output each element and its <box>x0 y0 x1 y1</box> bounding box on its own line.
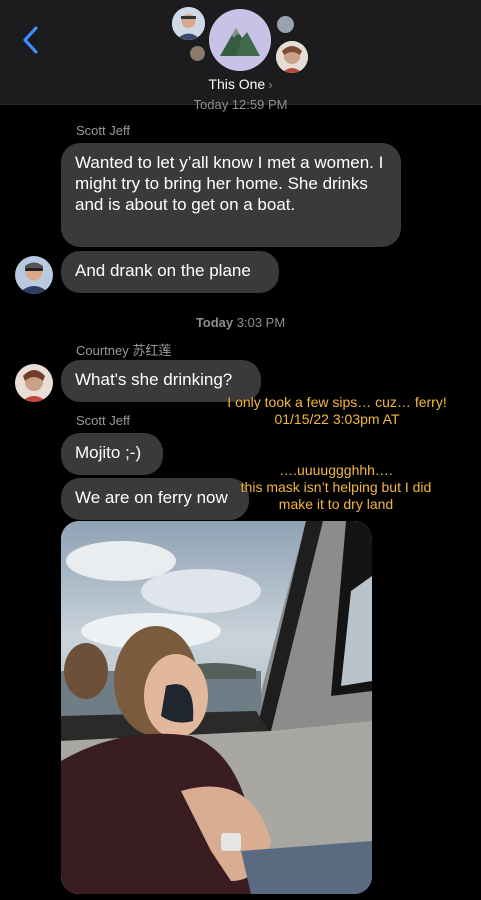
timestamp-day: Today <box>195 315 234 330</box>
timestamp: Today 12:59 PM <box>193 97 288 112</box>
sender-name: Courtney 苏红莲 <box>76 343 172 358</box>
group-name: This One <box>208 76 266 92</box>
message-text: What's she drinking? <box>75 370 233 389</box>
avatar-scott[interactable] <box>15 256 53 294</box>
message-text: Mojito ;-) <box>75 443 142 462</box>
sender-name: Scott Jeff <box>76 413 130 428</box>
timestamp-time: 3:03 PM <box>236 315 286 330</box>
chevron-left-icon <box>23 26 38 54</box>
conversation-header: This One › <box>0 0 481 105</box>
message-bubble[interactable]: And drank on the plane <box>61 251 279 293</box>
participant-avatar-2 <box>190 46 205 61</box>
participant-avatar-courtney <box>276 41 308 73</box>
mountain-icon <box>220 28 260 56</box>
group-avatar[interactable] <box>209 9 271 71</box>
timestamp: Today 3:03 PM <box>0 315 481 330</box>
annotation-line: ….uuuuggghhh…. <box>279 462 393 478</box>
photo-attachment[interactable] <box>61 521 372 894</box>
photo-image <box>61 521 372 894</box>
message-text: And drank on the plane <box>75 261 251 280</box>
message-bubble[interactable]: Mojito ;-) <box>61 433 163 475</box>
annotation-line: this mask isn’t helping but I did <box>240 479 432 495</box>
annotation-note-1: I only took a few sips… cuz… ferry! 01/1… <box>214 394 460 428</box>
annotation-line: I only took a few sips… cuz… ferry! <box>227 394 447 410</box>
group-title[interactable]: This One › <box>0 76 481 92</box>
message-text: Wanted to let y’all know I met a women. … <box>75 153 384 214</box>
annotation-line: 01/15/22 3:03pm AT <box>274 411 400 427</box>
participant-avatar-3 <box>277 16 294 33</box>
message-bubble[interactable]: Wanted to let y’all know I met a women. … <box>61 143 401 247</box>
annotation-note-2: ….uuuuggghhh…. this mask isn’t helping b… <box>228 462 444 513</box>
avatar-courtney[interactable] <box>15 364 53 402</box>
sender-name: Scott Jeff <box>76 123 130 138</box>
message-bubble[interactable]: We are on ferry now <box>61 478 249 520</box>
chevron-right-icon: › <box>268 77 273 92</box>
annotation-line: make it to dry land <box>278 496 394 512</box>
message-text: We are on ferry now <box>75 488 228 507</box>
participant-avatar-scott <box>172 7 205 40</box>
back-button[interactable] <box>16 24 44 56</box>
